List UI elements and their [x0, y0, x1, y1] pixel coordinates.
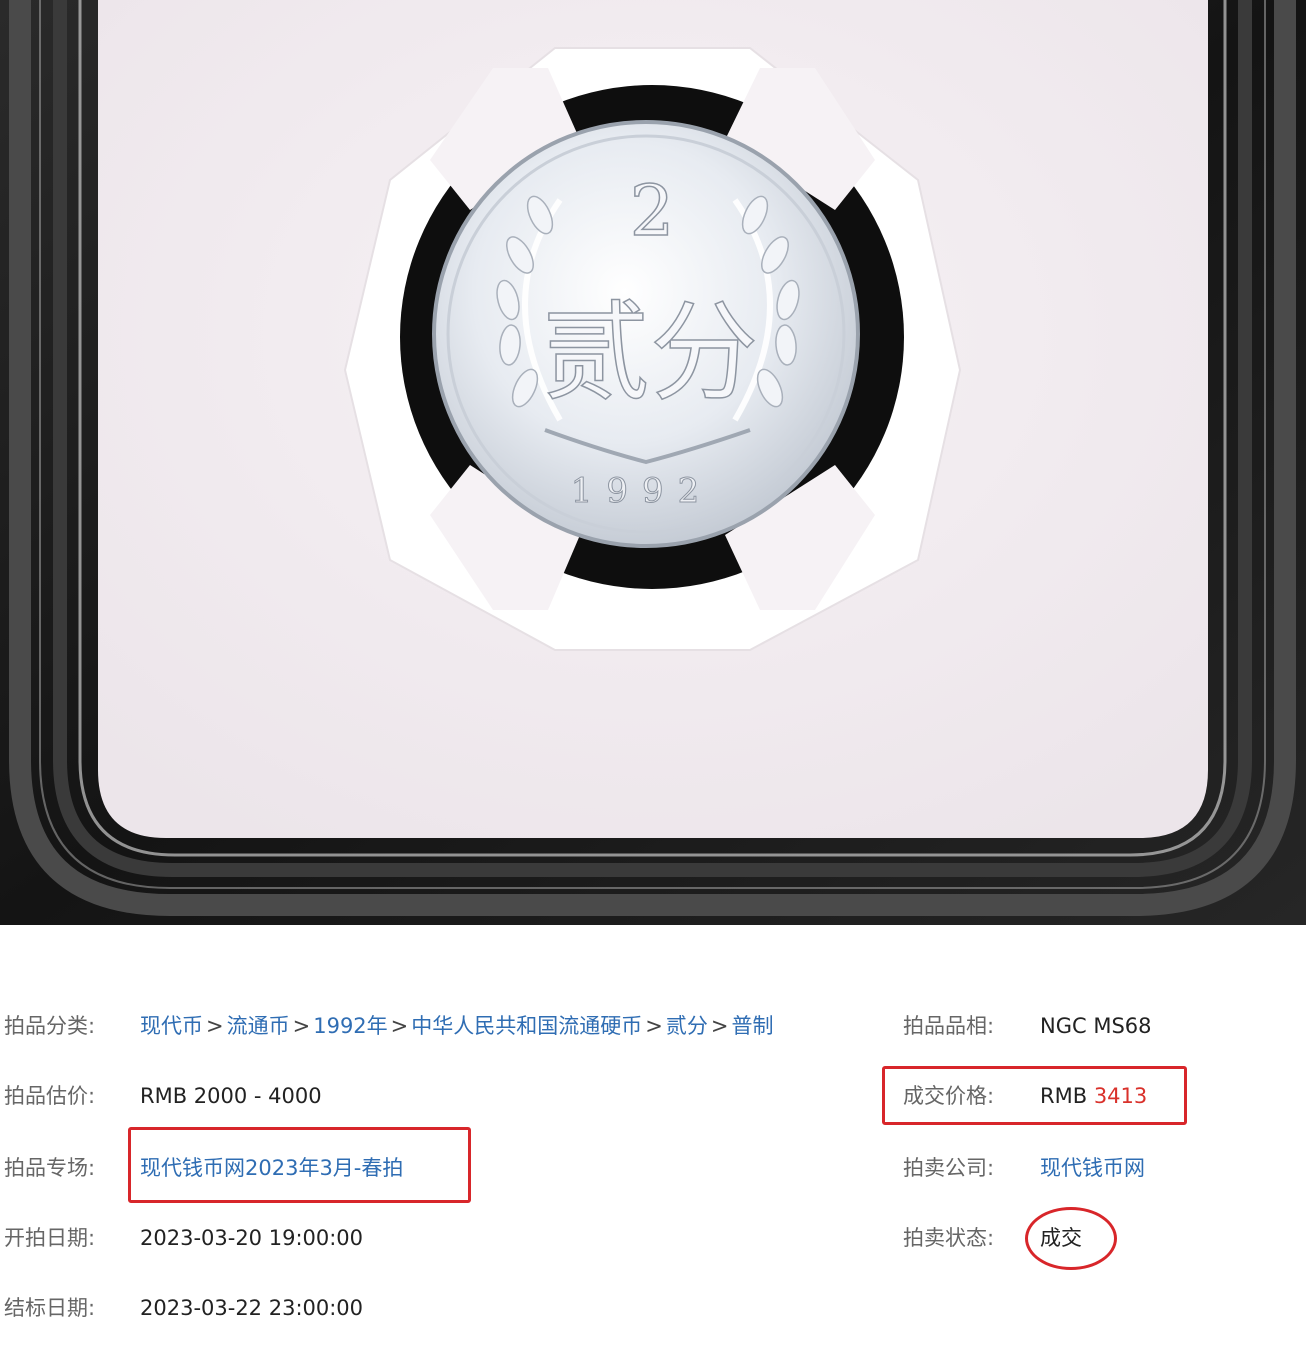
- breadcrumb-separator: >: [710, 1014, 729, 1038]
- category-row: 拍品分类:: [4, 1006, 95, 1046]
- breadcrumb-separator: >: [390, 1014, 409, 1038]
- coin-characters: 贰分: [542, 291, 758, 416]
- breadcrumb-separator: >: [645, 1014, 663, 1038]
- estimate-value: RMB 2000 - 4000: [140, 1084, 322, 1108]
- end-date-label: 结标日期:: [4, 1296, 96, 1320]
- coin-photo: 2 贰分 1992: [0, 0, 1306, 925]
- crumb-modern-coins[interactable]: 现代币: [140, 1014, 203, 1038]
- breadcrumb-separator: >: [292, 1014, 311, 1038]
- status-highlight-ellipse: [1025, 1207, 1117, 1270]
- session-highlight-box: [128, 1127, 471, 1203]
- estimate-label: 拍品估价:: [4, 1084, 96, 1108]
- auction-house-row: 拍卖公司:: [903, 1148, 994, 1188]
- category-label: 拍品分类:: [4, 1014, 96, 1038]
- start-date-value: 2023-03-20 19:00:00: [140, 1226, 364, 1250]
- coin-year: 1992: [571, 471, 714, 511]
- end-date-value: 2023-03-22 23:00:00: [140, 1296, 364, 1320]
- grade-label: 拍品品相:: [903, 1014, 995, 1038]
- status-row: 拍卖状态:: [903, 1218, 994, 1258]
- status-label: 拍卖状态:: [903, 1226, 995, 1250]
- price-highlight-box: [882, 1066, 1187, 1125]
- grade-row: 拍品品相:: [903, 1006, 994, 1046]
- estimate-row: 拍品估价:: [4, 1076, 95, 1116]
- auction-house-label: 拍卖公司:: [903, 1156, 995, 1180]
- coin-numeral: 2: [630, 170, 675, 252]
- start-date-label: 开拍日期:: [4, 1226, 96, 1250]
- category-breadcrumb: 现代币 > 流通币 >1992年 > 中华人民共和国流通硬币 > 贰分 > 普制: [140, 1006, 774, 1046]
- graded-coin-slab-image: 2 贰分 1992: [0, 0, 1306, 925]
- auction-house-link[interactable]: 现代钱币网: [1040, 1156, 1145, 1180]
- crumb-standard[interactable]: 普制: [732, 1014, 774, 1038]
- crumb-circulating-coins[interactable]: 流通币: [227, 1014, 290, 1038]
- start-date-row: 开拍日期:: [4, 1218, 95, 1258]
- breadcrumb-separator: >: [206, 1014, 224, 1038]
- grade-value: NGC MS68: [1040, 1014, 1152, 1038]
- crumb-year[interactable]: 1992年: [313, 1014, 387, 1038]
- end-date-row: 结标日期:: [4, 1288, 95, 1328]
- crumb-prc-coins[interactable]: 中华人民共和国流通硬币: [411, 1014, 642, 1038]
- session-row: 拍品专场:: [4, 1148, 95, 1188]
- crumb-denomination[interactable]: 贰分: [666, 1014, 708, 1038]
- session-label: 拍品专场:: [4, 1156, 96, 1180]
